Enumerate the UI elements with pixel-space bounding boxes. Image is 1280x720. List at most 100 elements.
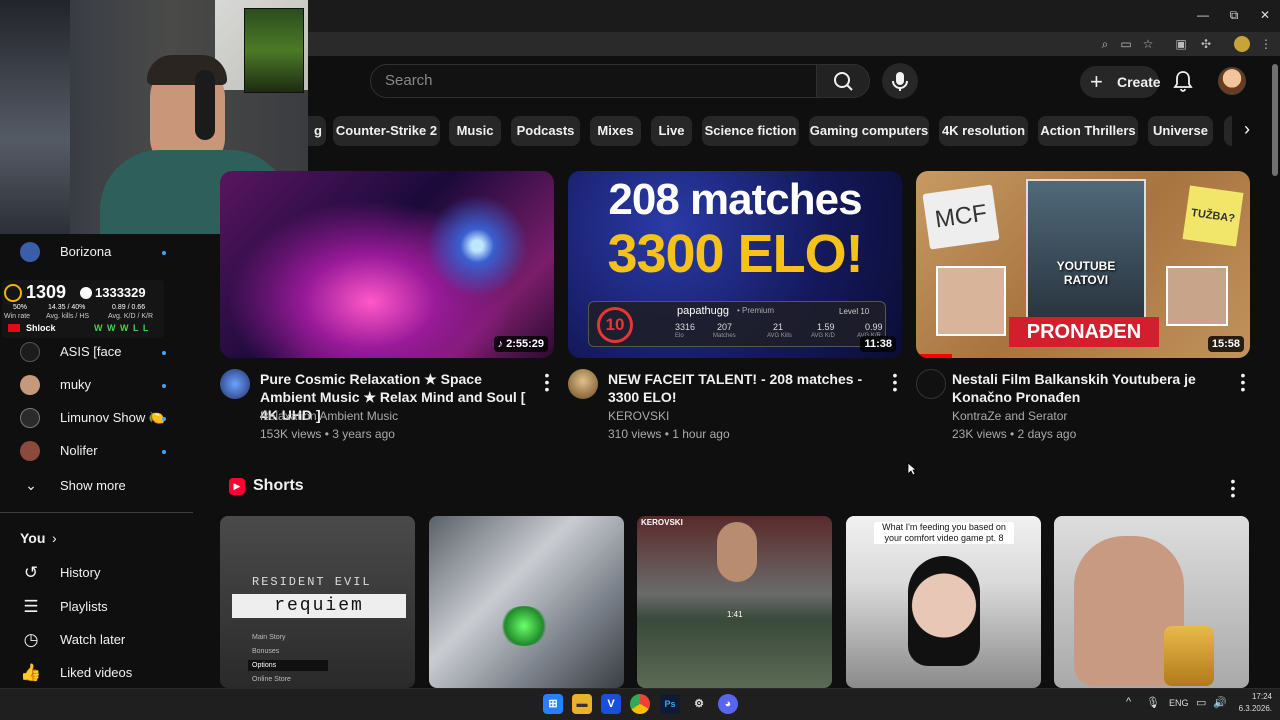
zoom-icon[interactable]: ⌕: [1097, 36, 1113, 52]
notifications-button[interactable]: [1170, 68, 1196, 94]
file-explorer-icon[interactable]: ▬: [572, 694, 592, 714]
short-menu-item: Bonuses: [252, 648, 280, 655]
account-avatar[interactable]: [1218, 67, 1246, 95]
more-options-icon[interactable]: • • •: [890, 368, 900, 396]
sidebar-channel[interactable]: ASIS [face: [0, 336, 190, 369]
channel-avatar: [20, 408, 40, 428]
sidebar-item-history[interactable]: ↺ History: [0, 556, 190, 589]
discord-icon[interactable]: ◕: [718, 694, 738, 714]
steam-icon[interactable]: ⚙: [689, 694, 709, 714]
chip-cut[interactable]: [1224, 116, 1232, 146]
sidebar-channel[interactable]: Limunov Show 🍋: [0, 402, 190, 435]
tray-chevron-icon[interactable]: ^: [1126, 696, 1131, 708]
thumb-stat: 207: [717, 322, 733, 332]
clock-time[interactable]: 17:24: [1236, 692, 1272, 701]
sidebar-channel[interactable]: Borizona: [0, 236, 190, 269]
video-meta: 153K views • 3 years ago: [260, 427, 395, 441]
short-menu-item: Main Story: [252, 634, 286, 641]
more-options-icon[interactable]: • • •: [542, 368, 552, 396]
bookmark-star-icon[interactable]: ☆: [1140, 36, 1156, 52]
chip-counter-strike[interactable]: Counter-Strike 2: [333, 116, 440, 146]
channel-avatar[interactable]: [916, 369, 946, 399]
shorts-title: Shorts: [253, 477, 304, 494]
minimize-button[interactable]: —: [1193, 6, 1213, 24]
network-icon[interactable]: ▭: [1196, 696, 1206, 709]
short-object: [1164, 626, 1214, 686]
create-button[interactable]: + Create: [1080, 66, 1161, 98]
restore-button[interactable]: ⧉: [1224, 6, 1244, 24]
sidebar-item-playlists[interactable]: ☰ Playlists: [0, 590, 190, 623]
chip-science-fiction[interactable]: Science fiction: [702, 116, 799, 146]
more-options-icon[interactable]: • • •: [1238, 368, 1248, 396]
photoshop-icon[interactable]: Ps: [660, 694, 680, 714]
windows-start-icon[interactable]: ⊞: [543, 694, 563, 714]
chip-mixes[interactable]: Mixes: [590, 116, 641, 146]
microphone-tray-icon[interactable]: 🎙: [1146, 696, 1160, 709]
video-thumbnail[interactable]: ♪ 2:55:29: [220, 171, 554, 358]
extension-icon[interactable]: ▣: [1173, 36, 1189, 52]
chevron-right-icon[interactable]: ›: [1232, 114, 1262, 144]
sidebar-divider: [0, 512, 193, 513]
short-art: [499, 606, 549, 646]
clock-date[interactable]: 6.3.2026.: [1230, 704, 1272, 713]
short-card[interactable]: [1054, 516, 1249, 688]
shorts-more-icon[interactable]: • • •: [1228, 474, 1238, 502]
video-title[interactable]: NEW FACEIT TALENT! - 208 matches - 3300 …: [608, 370, 878, 406]
video-channel[interactable]: Relaxation Ambient Music: [260, 409, 398, 423]
channel-avatar: [20, 375, 40, 395]
short-card[interactable]: RESIDENT EVIL requiem Main Story Bonuses…: [220, 516, 415, 688]
show-more-button[interactable]: ⌄ Show more: [0, 469, 190, 502]
kills-value: 14.35 / 40%: [48, 304, 86, 311]
chip-action-thrillers[interactable]: Action Thrillers: [1038, 116, 1138, 146]
youtube-screen: — ⧉ ✕ ⌕ ▭ ☆ ▣ ✣ ⋮ Search + Create g Coun…: [0, 0, 1280, 720]
playlists-icon: ☰: [23, 597, 39, 616]
close-window-button[interactable]: ✕: [1255, 6, 1275, 24]
sidebar-item-watch-later[interactable]: ◷ Watch later: [0, 623, 190, 656]
mouse-cursor-icon: [907, 462, 917, 476]
chip-gaming-computers[interactable]: Gaming computers: [809, 116, 929, 146]
live-dot: [162, 251, 166, 255]
chip-live[interactable]: Live: [651, 116, 692, 146]
you-section-link[interactable]: You ›: [0, 522, 190, 555]
channel-avatar[interactable]: [568, 369, 598, 399]
chip-podcasts[interactable]: Podcasts: [511, 116, 580, 146]
video-thumbnail[interactable]: 208 matches 3300 ELO! 10 papathugg • Pre…: [568, 171, 902, 358]
watch-progress: [916, 354, 952, 358]
channel-name: Nolifer: [60, 443, 98, 458]
voice-search-button[interactable]: [882, 63, 918, 99]
sidebar-channel[interactable]: muky: [0, 369, 190, 402]
video-thumbnail[interactable]: MCF TUŽBA? YOUTUBE RATOVI PRONAĐEN 15:58: [916, 171, 1250, 358]
video-duration: 11:38: [860, 336, 896, 352]
chrome-icon[interactable]: [630, 694, 650, 714]
chip-partial[interactable]: g: [308, 116, 326, 146]
video-duration: ♪ 2:55:29: [493, 336, 548, 352]
rank-icon: [80, 287, 92, 299]
channel-avatar[interactable]: [220, 369, 250, 399]
live-dot: [162, 384, 166, 388]
puzzle-icon[interactable]: ✣: [1198, 36, 1214, 52]
chip-music[interactable]: Music: [449, 116, 501, 146]
volume-icon[interactable]: 🔊: [1213, 696, 1227, 709]
profile-icon[interactable]: [1234, 36, 1250, 52]
channel-avatar: [20, 242, 40, 262]
chip-universe[interactable]: Universe: [1148, 116, 1213, 146]
video-channel[interactable]: KontraZe and Serator: [952, 409, 1067, 423]
sidebar-item-liked-videos[interactable]: 👍 Liked videos: [0, 656, 190, 689]
search-input[interactable]: Search: [370, 64, 817, 98]
thumb-yt-ratovi: YOUTUBE RATOVI: [1056, 259, 1116, 287]
page-scrollbar[interactable]: [1272, 64, 1278, 176]
language-indicator[interactable]: ENG: [1169, 698, 1189, 708]
channel-name: muky: [60, 377, 92, 392]
short-card[interactable]: KEROVSKI 1:41: [637, 516, 832, 688]
sidebar-channel[interactable]: Nolifer: [0, 435, 190, 468]
video-title[interactable]: Nestali Film Balkanskih Youtubera je Kon…: [952, 370, 1237, 406]
v-app-icon[interactable]: V: [601, 694, 621, 714]
video-channel[interactable]: KEROVSKI: [608, 409, 669, 423]
short-card[interactable]: What I'm feeding you based on your comfo…: [846, 516, 1041, 688]
search-button[interactable]: [816, 64, 870, 98]
chip-4k-resolution[interactable]: 4K resolution: [939, 116, 1028, 146]
browser-menu-icon[interactable]: ⋮: [1258, 36, 1274, 52]
short-card[interactable]: [429, 516, 624, 688]
cast-icon[interactable]: ▭: [1118, 36, 1134, 52]
thumb-face-right: [1166, 266, 1228, 326]
